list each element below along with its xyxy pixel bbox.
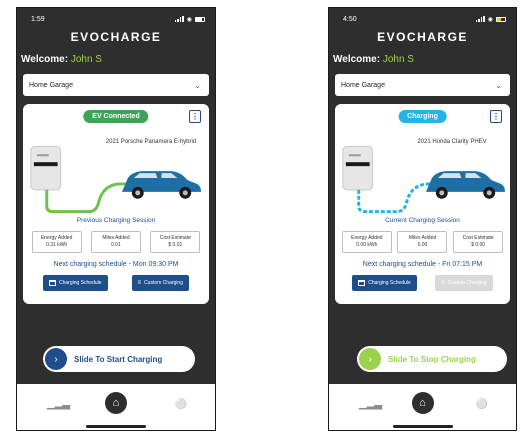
signal-icon — [475, 16, 485, 22]
stat-label: Miles Added — [102, 235, 130, 241]
charger-card: EV Connected ⋮ 2021 Porsche Panamera E-h… — [23, 104, 209, 304]
wifi-icon: ◉ — [186, 16, 192, 23]
more-menu-icon[interactable]: ⋮ — [189, 110, 201, 123]
wifi-icon: ◉ — [487, 16, 493, 23]
sliders-icon: ≡ — [137, 280, 142, 286]
welcome-label: Welcome: — [333, 54, 381, 65]
stat-cost: Cost Estimate $ 0.00 — [453, 231, 504, 253]
card-actions: Charging Schedule ≡ Custom Charging — [23, 275, 209, 291]
location-select[interactable]: Home Garage ⌄ — [23, 74, 209, 96]
stat-energy: Energy Added 0.00 kWh — [341, 231, 392, 253]
status-time: 1:59 — [31, 15, 45, 23]
stat-value: 0.00 kWh — [356, 242, 378, 248]
stat-label: Cost Estimate — [462, 235, 494, 241]
stat-value: $ 0.00 — [471, 242, 486, 248]
stat-value: 0.00 — [417, 242, 428, 248]
brand-logo: EVOCHARGE — [70, 30, 162, 44]
location-value: Home Garage — [29, 81, 73, 89]
stat-label: Miles Added — [408, 235, 437, 241]
slide-to-stop[interactable]: › Slide To Stop Charging — [357, 346, 507, 372]
sliders-icon: ≡ — [441, 280, 445, 286]
tab-bar: ▁▂▃ ⌂ ⚪ — [17, 384, 215, 430]
charging-schedule-button[interactable]: Charging Schedule — [43, 275, 108, 291]
status-badge: EV Connected — [83, 110, 149, 123]
stat-value: 0.01 — [111, 242, 121, 248]
battery-icon — [496, 16, 506, 22]
stat-label: Energy Added — [351, 235, 383, 241]
session-title: Previous Charging Session — [76, 217, 156, 224]
charger-icon — [30, 145, 62, 191]
session-title: Current Charging Session — [385, 217, 460, 224]
session-stats: Energy Added 0.00 kWh Miles Added 0.00 C… — [335, 231, 510, 253]
charger-card: Charging ⋮ 2021 Honda Clarity PHEV Curre… — [335, 104, 510, 304]
stats-icon[interactable]: ▁▂▃ — [359, 399, 382, 410]
stat-value: 0.31 kWh — [46, 242, 68, 248]
charging-illustration — [342, 145, 506, 214]
stats-icon[interactable]: ▁▂▃ — [47, 399, 70, 410]
status-bar: 4:50 ◉ — [329, 8, 516, 30]
home-indicator — [392, 425, 453, 428]
status-time: 4:50 — [343, 15, 357, 23]
stat-energy: Energy Added 0.31 kWh — [31, 231, 82, 253]
welcome-text: Welcome: John S — [17, 50, 215, 72]
calendar-icon — [358, 280, 366, 286]
stat-miles: Miles Added 0.01 — [90, 231, 141, 253]
welcome-label: Welcome: — [21, 54, 69, 65]
chevron-right-icon[interactable]: › — [359, 348, 381, 370]
custom-charging-button[interactable]: ≡ Custom Charging — [435, 275, 493, 291]
charging-schedule-label: Charging Schedule — [368, 280, 411, 286]
custom-charging-button[interactable]: ≡ Custom Charging — [131, 275, 189, 291]
chevron-right-icon[interactable]: › — [45, 348, 67, 370]
battery-icon — [195, 16, 205, 22]
home-icon[interactable]: ⌂ — [411, 392, 434, 414]
status-badge: Charging — [398, 110, 447, 123]
car-icon — [121, 171, 202, 199]
more-menu-icon[interactable]: ⋮ — [490, 110, 502, 123]
slide-label: Slide To Stop Charging — [388, 354, 476, 364]
status-bar: 1:59 ◉ — [17, 8, 215, 30]
stat-cost: Cost Estimate $ 0.01 — [150, 231, 201, 253]
car-icon — [425, 171, 506, 199]
profile-icon[interactable]: ⚪ — [175, 399, 187, 410]
chevron-down-icon: ⌄ — [495, 80, 502, 90]
stat-label: Cost Estimate — [159, 235, 191, 241]
user-name: John S — [382, 54, 414, 65]
location-value: Home Garage — [341, 81, 385, 89]
profile-icon[interactable]: ⚪ — [476, 399, 488, 410]
home-icon[interactable]: ⌂ — [105, 392, 127, 414]
session-stats: Energy Added 0.31 kWh Miles Added 0.01 C… — [23, 231, 209, 253]
calendar-icon — [49, 280, 56, 286]
phone-screen-charging: 4:50 ◉ EVOCHARGE Welcome: John S Home Ga… — [328, 7, 517, 431]
charging-schedule-label: Charging Schedule — [59, 280, 102, 286]
next-schedule: Next charging schedule - Fri 07:15 PM — [362, 261, 483, 268]
tab-bar: ▁▂▃ ⌂ ⚪ — [329, 384, 516, 430]
user-name: John S — [70, 54, 102, 65]
status-icons: ◉ — [174, 16, 205, 23]
phone-screen-connected: 1:59 ◉ EVOCHARGE Welcome: John S Home Ga… — [16, 7, 216, 431]
custom-charging-label: Custom Charging — [144, 280, 183, 286]
custom-charging-label: Custom Charging — [447, 280, 487, 286]
card-actions: Charging Schedule ≡ Custom Charging — [335, 275, 510, 291]
next-schedule: Next charging schedule - Mon 09:30 PM — [53, 261, 179, 268]
home-indicator — [86, 425, 146, 428]
brand-logo: EVOCHARGE — [377, 30, 468, 44]
charging-schedule-button[interactable]: Charging Schedule — [352, 275, 417, 291]
charger-icon — [342, 145, 374, 191]
stat-miles: Miles Added 0.00 — [397, 231, 448, 253]
stat-value: $ 0.01 — [168, 242, 183, 248]
welcome-text: Welcome: John S — [329, 50, 516, 72]
status-icons: ◉ — [475, 16, 506, 23]
location-select[interactable]: Home Garage ⌄ — [335, 74, 510, 96]
slide-label: Slide To Start Charging — [74, 354, 163, 364]
slide-to-start[interactable]: › Slide To Start Charging — [43, 346, 195, 372]
stat-label: Energy Added — [40, 235, 73, 241]
charging-illustration — [30, 145, 202, 214]
chevron-down-icon: ⌄ — [194, 80, 201, 90]
signal-icon — [174, 16, 184, 22]
